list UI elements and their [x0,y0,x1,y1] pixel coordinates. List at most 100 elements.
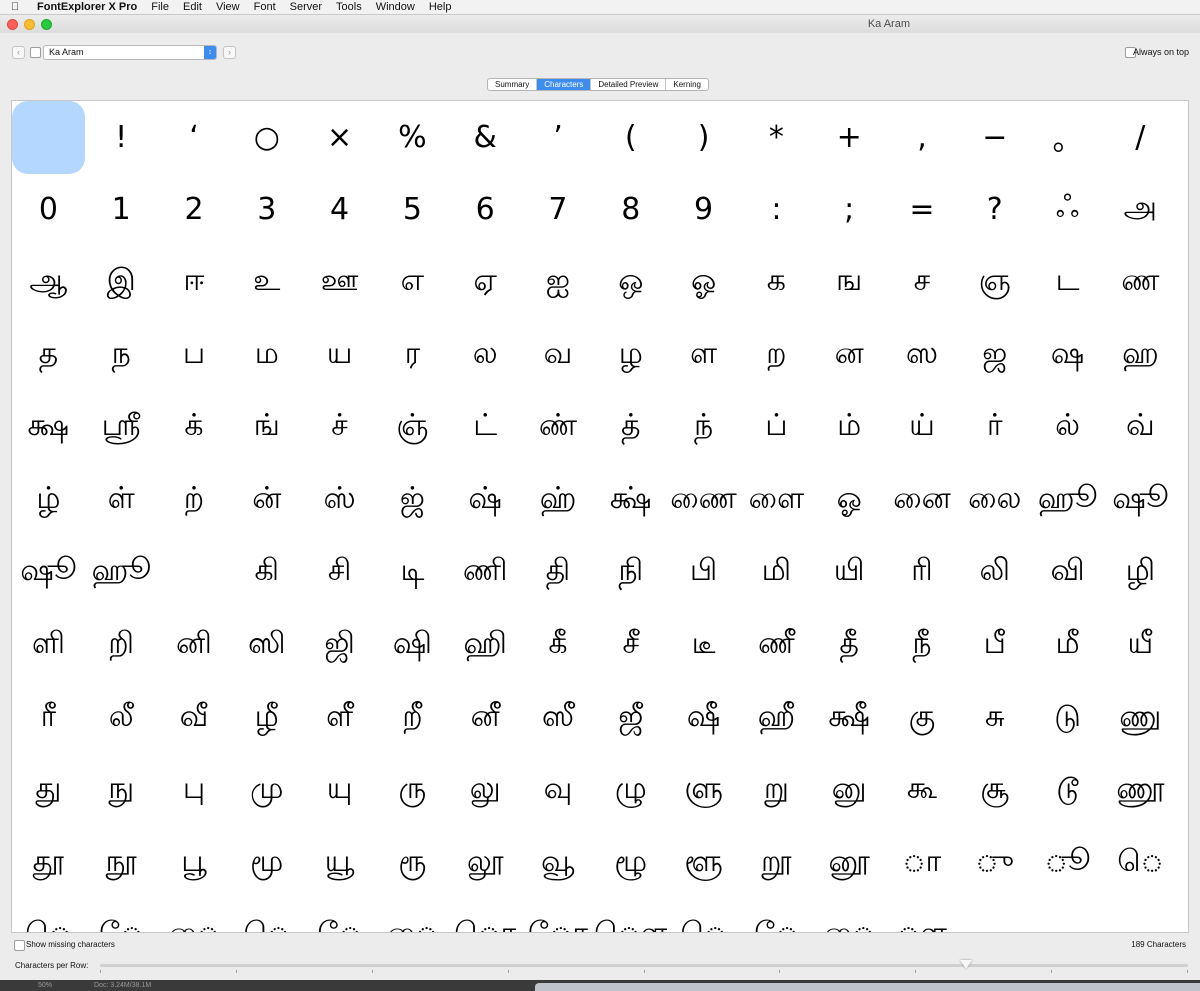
glyph-cell[interactable]: ஸ் [303,464,376,537]
glyph-cell[interactable]: னு [813,754,886,827]
glyph-cell[interactable]: ஷூ [1104,464,1177,537]
glyph-cell[interactable]: உ [230,246,303,319]
menu-file[interactable]: File [144,1,176,13]
glyph-cell[interactable]: ஹூ [85,537,158,610]
glyph-cell[interactable]: பூ [158,827,231,900]
glyph-cell[interactable]: ங [813,246,886,319]
glyph-cell[interactable]: ே [85,900,158,932]
glyph-cell[interactable]: ூ [1031,827,1104,900]
glyph-cell[interactable]: ஜி [303,609,376,682]
glyph-cell[interactable]: ஸ்ரீ [85,391,158,464]
glyph-cell[interactable]: து [12,754,85,827]
tab-kerning[interactable]: Kerning [666,79,708,90]
glyph-cell[interactable]: வீ [158,682,231,755]
glyph-cell[interactable]: ஸீ [522,682,595,755]
glyph-cell[interactable]: ல் [1031,391,1104,464]
glyph-cell[interactable]: தி [522,537,595,610]
glyph-cell[interactable]: ம் [813,391,886,464]
glyph-cell[interactable] [1031,900,1104,932]
glyph-cell[interactable]: ஊ [303,246,376,319]
glyph-cell[interactable]: ு [958,827,1031,900]
glyph-cell[interactable]: ை [158,900,231,932]
glyph-cell[interactable]: ஷ [1031,319,1104,392]
glyph-cell[interactable]: ஈ [158,246,231,319]
glyph-cell[interactable]: = [886,174,959,247]
glyph-cell[interactable]: ள [667,319,740,392]
glyph-cell[interactable]: ? [958,174,1031,247]
glyph-cell[interactable]: ’ [522,101,595,174]
glyph-cell[interactable]: ளீ [303,682,376,755]
glyph-cell[interactable]: 1 [85,174,158,247]
glyph-cell[interactable]: ண் [522,391,595,464]
apple-menu-icon[interactable]:  [0,1,30,13]
glyph-cell[interactable]: டு [1031,682,1104,755]
glyph-cell-selected[interactable] [12,101,85,174]
glyph-cell[interactable]: ெ [667,900,740,932]
glyph-cell[interactable]: ணை [667,464,740,537]
glyph-cell[interactable]: ( [594,101,667,174]
glyph-cell[interactable]: ரி [886,537,959,610]
glyph-cell[interactable]: த் [594,391,667,464]
glyph-cell[interactable]: ஷ் [449,464,522,537]
glyph-cell[interactable]: னி [158,609,231,682]
glyph-cell[interactable]: னீ [449,682,522,755]
glyph-cell[interactable]: ) [667,101,740,174]
glyph-cell[interactable]: வ் [1104,391,1177,464]
glyph-cell[interactable]: க்ஷீ [813,682,886,755]
glyph-cell[interactable]: வி [1031,537,1104,610]
glyph-cell[interactable]: ஜீ [594,682,667,755]
glyph-cell[interactable]: 。 [1031,101,1104,174]
glyph-cell[interactable]: ஃ [1031,174,1104,247]
glyph-cell[interactable]: ற [740,319,813,392]
glyph-cell[interactable]: ஒ [594,246,667,319]
glyph-cell[interactable]: 2 [158,174,231,247]
glyph-cell[interactable]: ஷூ [12,537,85,610]
glyph-cell[interactable]: 7 [522,174,595,247]
glyph-cell[interactable]: ○ [230,101,303,174]
glyph-cell[interactable]: மீ [1031,609,1104,682]
glyph-cell[interactable]: ஸ [886,319,959,392]
glyph-cell[interactable]: லூ [449,827,522,900]
glyph-cell[interactable]: ரூ [376,827,449,900]
glyph-cell[interactable]: ௗ [886,900,959,932]
glyph-cell[interactable]: ல [449,319,522,392]
menu-help[interactable]: Help [422,1,459,13]
glyph-cell[interactable]: ! [85,101,158,174]
glyph-cell[interactable]: மி [740,537,813,610]
tab-characters[interactable]: Characters [537,79,592,90]
glyph-cell[interactable]: : [740,174,813,247]
glyph-cell[interactable]: மூ [230,827,303,900]
glyph-cell[interactable]: ளு [667,754,740,827]
glyph-cell[interactable]: ப் [740,391,813,464]
glyph-cell[interactable]: ெ [230,900,303,932]
glyph-cell[interactable]: * [740,101,813,174]
glyph-cell[interactable]: லு [449,754,522,827]
glyph-cell[interactable]: ழ [594,319,667,392]
glyph-cell[interactable]: று [740,754,813,827]
font-activate-checkbox[interactable] [30,47,41,58]
glyph-cell[interactable]: 9 [667,174,740,247]
glyph-cell[interactable]: , [886,101,959,174]
glyph-cell[interactable]: ெ [12,900,85,932]
glyph-cell[interactable]: 0 [12,174,85,247]
glyph-cell[interactable]: ணி [449,537,522,610]
glyph-cell[interactable]: ஞ [958,246,1031,319]
character-grid-panel[interactable]: ! ‘○ ×% &’() * +, −。/ 0 1 2 3 4 5 6 7 8 9:; =? ஃ அ ஆ இ ஈ உ ஊ எ ஏ ஐ ஒ… [11,100,1189,933]
glyph-cell[interactable]: ஷீ [667,682,740,755]
glyph-cell[interactable]: ர் [958,391,1031,464]
glyph-cell[interactable]: ௌ [594,900,667,932]
glyph-cell[interactable]: றீ [376,682,449,755]
glyph-cell[interactable]: சு [958,682,1031,755]
glyph-cell[interactable]: கூ [886,754,959,827]
glyph-cell[interactable]: ழ் [12,464,85,537]
glyph-cell[interactable]: ழூ [594,827,667,900]
menu-view[interactable]: View [209,1,247,13]
minimize-window-button[interactable] [24,18,35,30]
glyph-cell[interactable]: க் [158,391,231,464]
glyph-cell[interactable]: யீ [1104,609,1177,682]
glyph-cell[interactable]: ஜ் [376,464,449,537]
glyph-cell[interactable]: ச [886,246,959,319]
glyph-cell[interactable]: ஹூ [1031,464,1104,537]
glyph-cell[interactable]: ஹி [449,609,522,682]
glyph-cell[interactable]: ணூ [1104,754,1177,827]
